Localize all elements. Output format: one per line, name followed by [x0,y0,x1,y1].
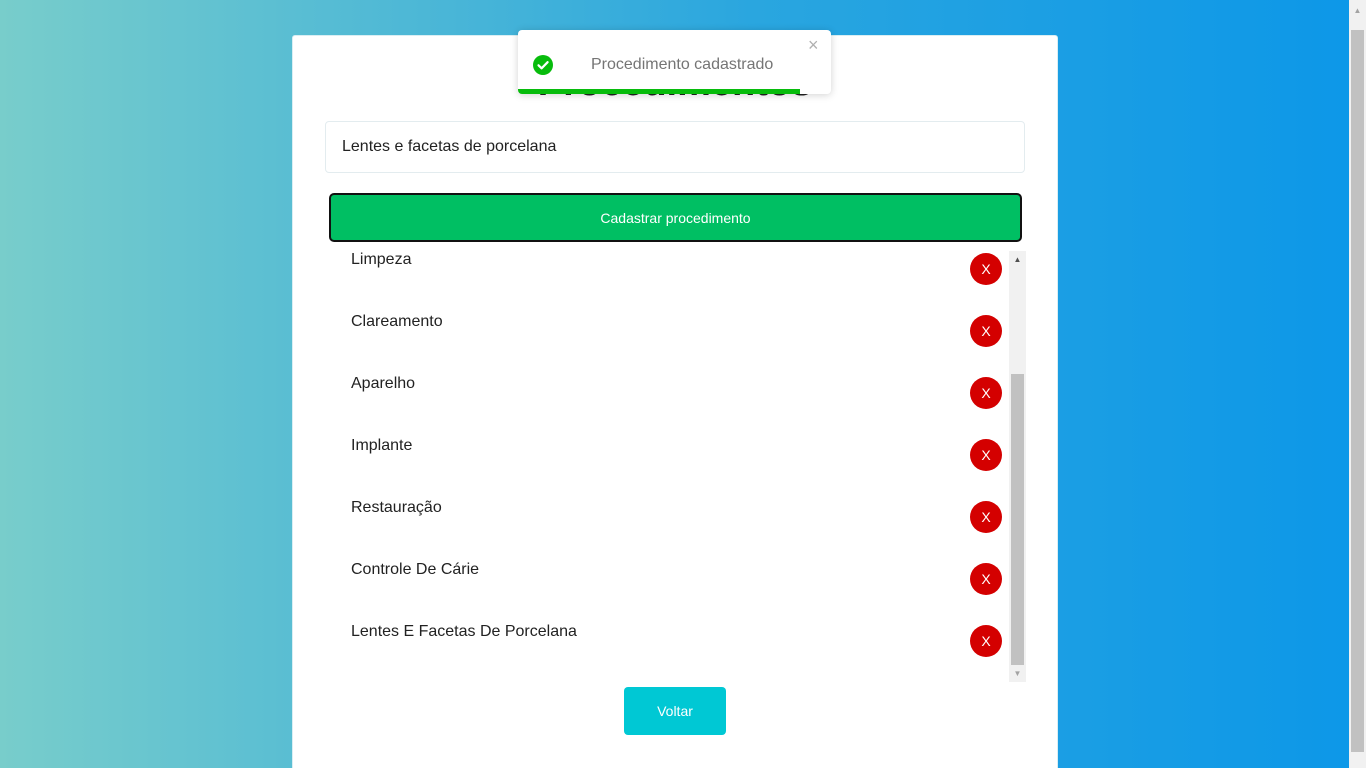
toast-message: Procedimento cadastrado [591,56,774,73]
list-scroll-down-arrow-icon[interactable]: ▼ [1009,665,1026,682]
delete-procedure-button[interactable]: X [970,563,1002,595]
page-scroll-up-arrow-icon[interactable]: ▲ [1349,2,1366,19]
close-icon[interactable]: × [808,36,822,54]
delete-procedure-button[interactable]: X [970,625,1002,657]
procedure-list-item: Limpeza X [333,251,1009,313]
back-button[interactable]: Voltar [624,687,726,735]
procedure-name-input[interactable] [325,121,1025,173]
page-scroll-thumb[interactable] [1351,30,1364,752]
procedure-label: Clareamento [351,313,443,330]
delete-procedure-button[interactable]: X [970,315,1002,347]
procedure-label: Lentes E Facetas De Porcelana [351,623,577,640]
procedure-list: Limpeza X Clareamento X Aparelho X Implante X Re… [333,251,1026,682]
success-toast[interactable]: Procedimento cadastrado × [518,30,831,94]
procedure-list-item: Implante X [333,437,1009,499]
procedure-list-item: Aparelho X [333,375,1009,437]
toast-progress-bar [518,89,800,94]
delete-procedure-button[interactable]: X [970,439,1002,471]
delete-procedure-button[interactable]: X [970,253,1002,285]
procedure-label: Aparelho [351,375,416,392]
delete-procedure-button[interactable]: X [970,501,1002,533]
procedure-label: Implante [351,437,413,454]
check-circle-icon [533,55,553,75]
procedure-list-item: Controle De Cárie X [333,561,1009,623]
delete-procedure-button[interactable]: X [970,377,1002,409]
procedure-label: Controle De Cárie [351,561,480,578]
register-procedure-button[interactable]: Cadastrar procedimento [329,193,1022,242]
procedure-list-item: Restauração X [333,499,1009,561]
page-scrollbar[interactable]: ▲ [1349,0,1366,768]
procedure-label: Restauração [351,499,442,516]
list-scrollbar[interactable]: ▲ ▼ [1009,251,1026,682]
list-scroll-up-arrow-icon[interactable]: ▲ [1009,251,1026,268]
procedures-card: Procedimentos Cadastrar procedimento Lim… [292,35,1058,768]
procedure-label: Limpeza [351,251,412,268]
procedure-list-item: Clareamento X [333,313,1009,375]
procedure-list-item: Lentes E Facetas De Porcelana X [333,623,1009,682]
list-scroll-thumb[interactable] [1011,374,1024,665]
